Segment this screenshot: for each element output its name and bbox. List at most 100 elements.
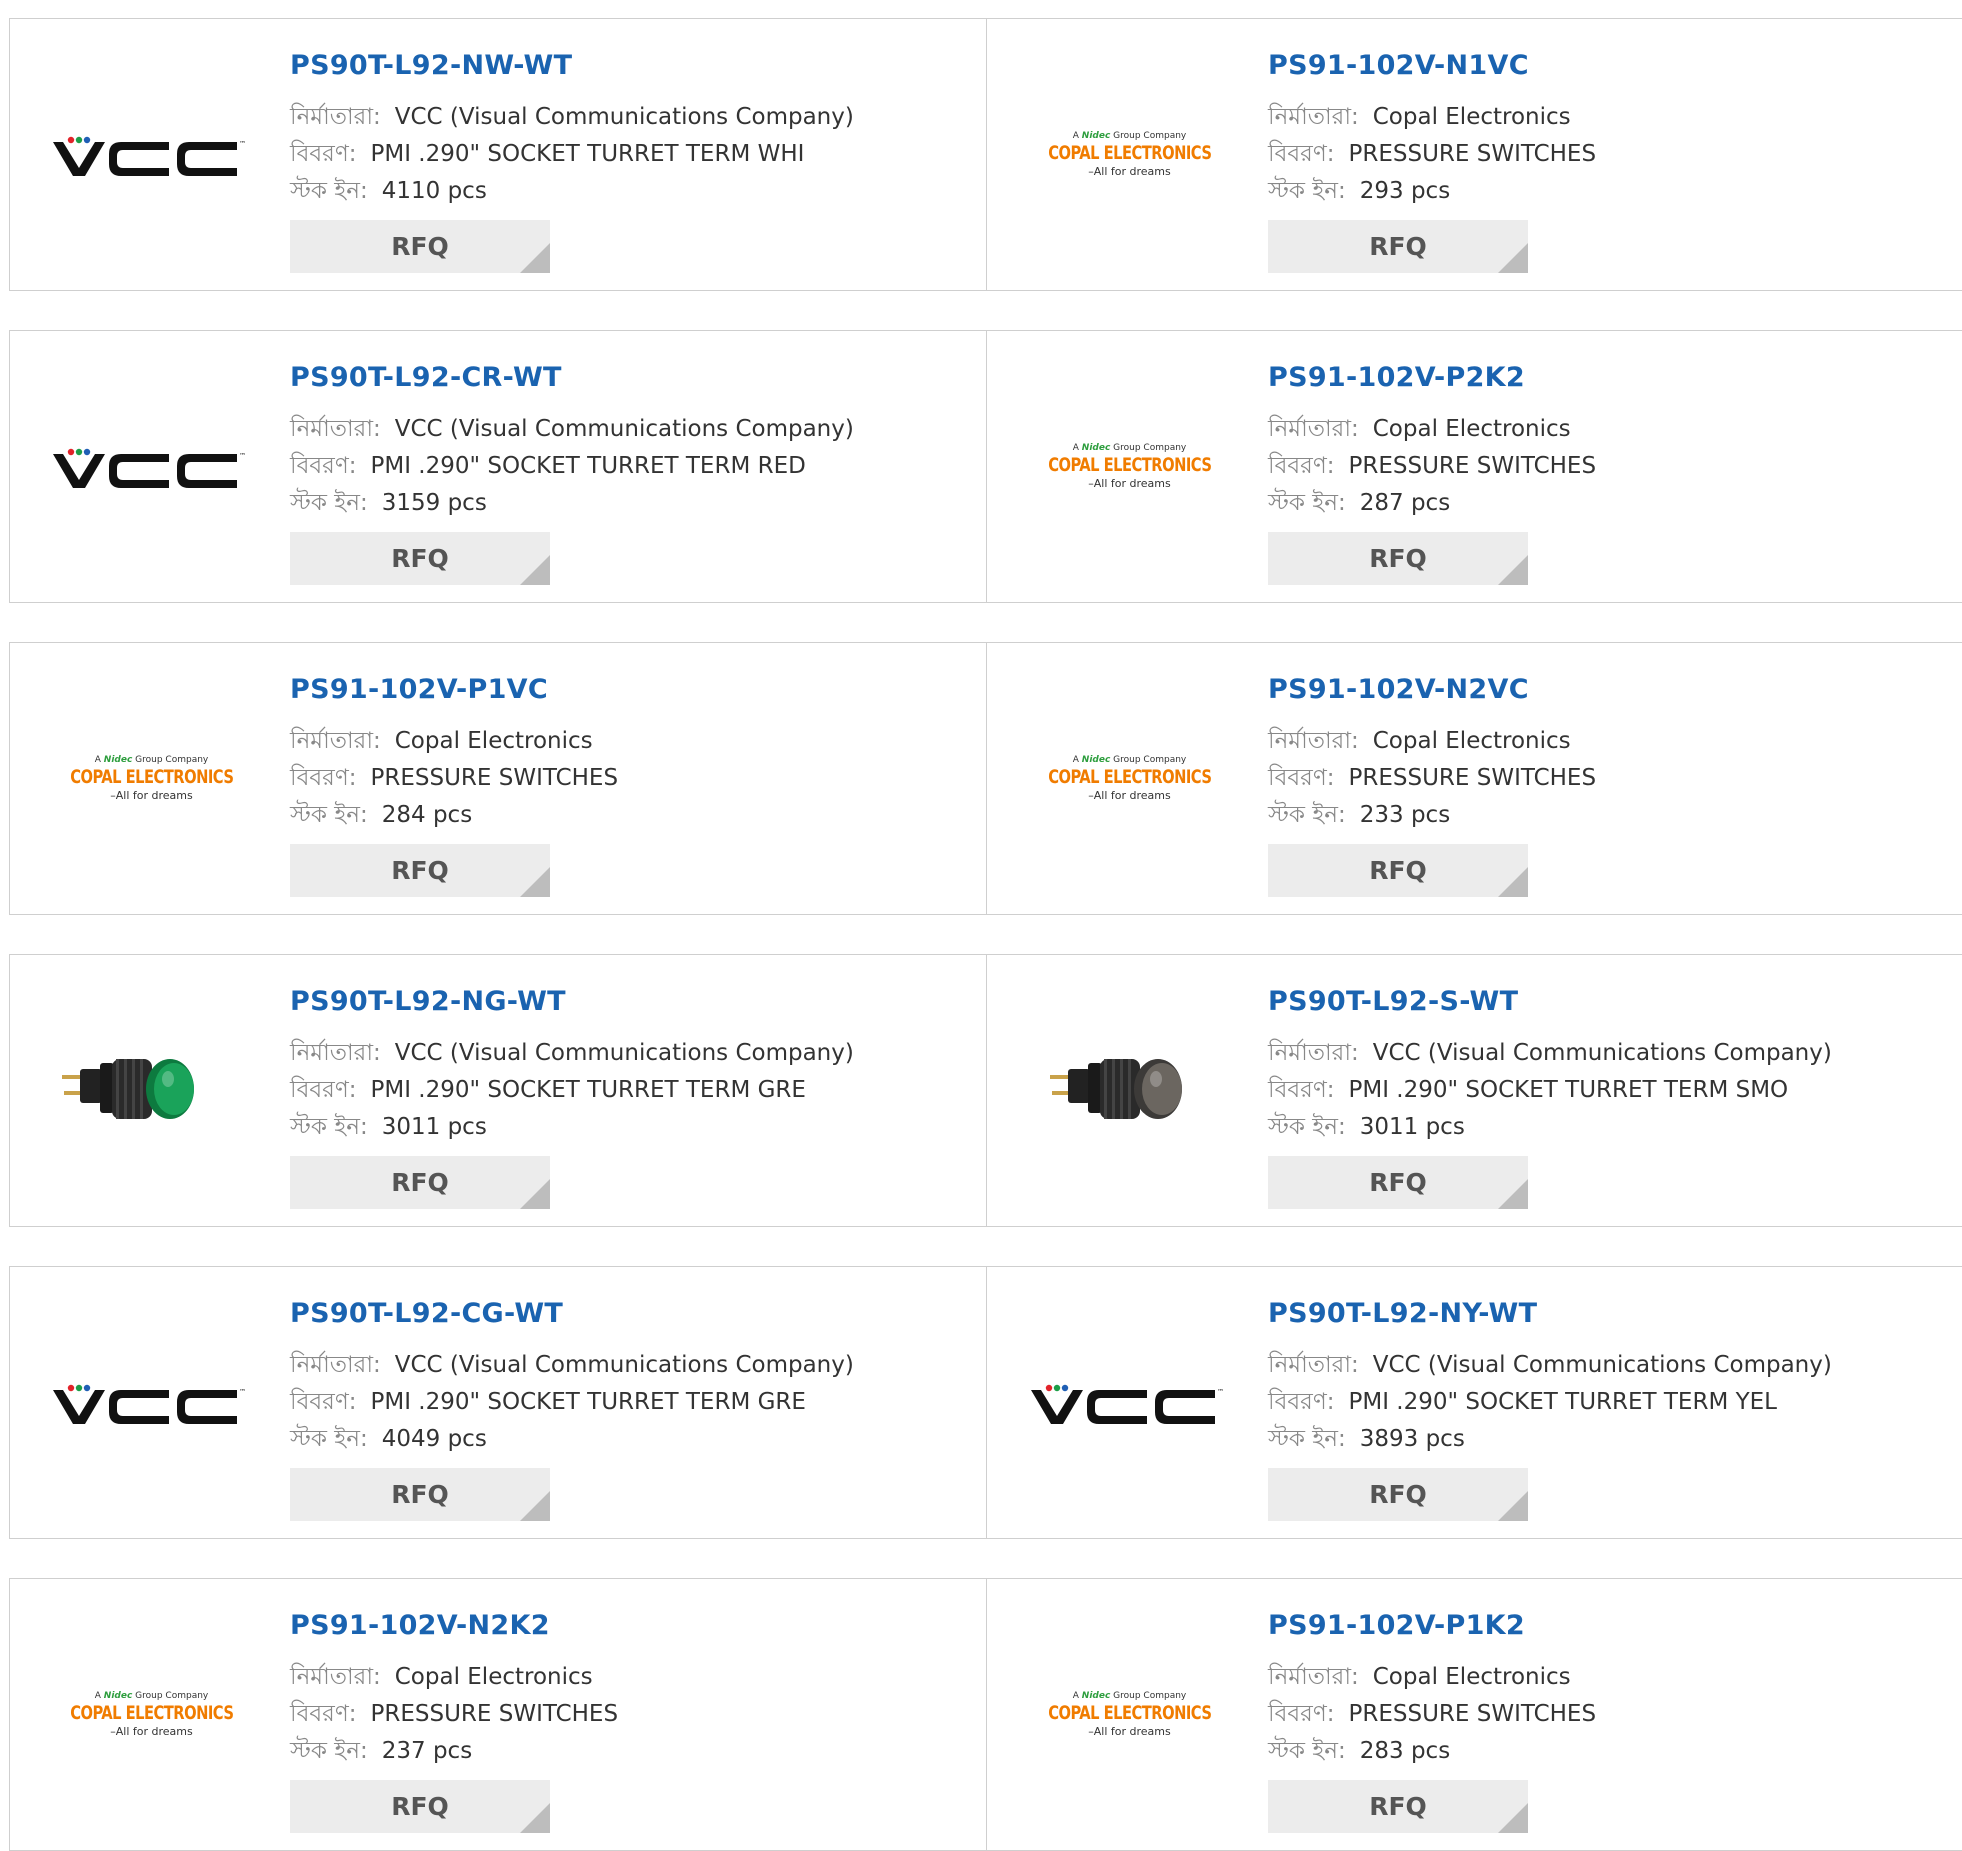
stock-label: স্টক ইন: (1268, 802, 1346, 828)
description-line: বিবরণ: PRESSURE SWITCHES (290, 760, 618, 797)
stock-label: স্টক ইন: (290, 1114, 368, 1140)
corner-triangle-icon (1498, 1491, 1528, 1521)
stock-line: স্টক ইন: 3893 pcs (1268, 1421, 1832, 1458)
manufacturer-line: নির্মাতারা: VCC (Visual Communications Co… (290, 1347, 854, 1384)
product-image[interactable]: A Nidec Group Company COPAL ELECTRONICS –A… (1027, 401, 1232, 531)
stock-label: স্টক ইন: (1268, 1738, 1346, 1764)
description-value: PRESSURE SWITCHES (1348, 453, 1597, 479)
manufacturer-line: নির্মাতারা: Copal Electronics (290, 1659, 618, 1696)
product-image[interactable]: ™ (49, 1337, 254, 1467)
part-number-link[interactable]: PS91-102V-P1VC (290, 673, 618, 707)
description-label: বিবরণ: (1268, 453, 1335, 479)
part-number-link[interactable]: PS90T-L92-NW-WT (290, 49, 854, 83)
manufacturer-label: নির্মাতারা: (1268, 728, 1359, 754)
corner-triangle-icon (1498, 1803, 1528, 1833)
corner-triangle-icon (520, 1491, 550, 1521)
product-image[interactable]: ™ (1027, 1337, 1232, 1467)
description-value: PMI .290" SOCKET TURRET TERM YEL (1348, 1389, 1778, 1415)
description-label: বিবরণ: (1268, 141, 1335, 167)
manufacturer-line: নির্মাতারা: VCC (Visual Communications Co… (290, 411, 854, 448)
part-number-link[interactable]: PS90T-L92-NY-WT (1268, 1297, 1832, 1331)
description-line: বিবরণ: PRESSURE SWITCHES (1268, 136, 1596, 173)
description-line: বিবরণ: PMI .290" SOCKET TURRET TERM RED (290, 448, 854, 485)
description-label: বিবরণ: (290, 141, 357, 167)
rfq-button[interactable]: RFQ (290, 1468, 550, 1521)
rfq-button[interactable]: RFQ (1268, 844, 1528, 897)
product-image[interactable]: A Nidec Group Company COPAL ELECTRONICS –A… (1027, 713, 1232, 843)
rfq-button[interactable]: RFQ (290, 532, 550, 585)
product-image[interactable]: A Nidec Group Company COPAL ELECTRONICS –A… (49, 713, 254, 843)
rfq-button[interactable]: RFQ (1268, 220, 1528, 273)
stock-label: স্টক ইন: (1268, 490, 1346, 516)
corner-triangle-icon (1498, 555, 1528, 585)
part-number-link[interactable]: PS90T-L92-S-WT (1268, 985, 1832, 1019)
manufacturer-line: নির্মাতারা: Copal Electronics (1268, 411, 1596, 448)
stock-line: স্টক ইন: 284 pcs (290, 797, 618, 834)
stock-line: স্টক ইন: 233 pcs (1268, 797, 1596, 834)
part-number-link[interactable]: PS91-102V-P2K2 (1268, 361, 1596, 395)
vcc-logo-icon: ™ (53, 136, 246, 176)
manufacturer-label: নির্মাতারা: (290, 1664, 381, 1690)
copal-logo-icon: A Nidec Group Company COPAL ELECTRONICS –A… (69, 1690, 234, 1738)
stock-label: স্টক ইন: (1268, 1426, 1346, 1452)
stock-label: স্টক ইন: (1268, 178, 1346, 204)
stock-line: স্টক ইন: 3011 pcs (1268, 1109, 1832, 1146)
rfq-button[interactable]: RFQ (290, 844, 550, 897)
product-info: PS91-102V-P2K2 নির্মাতারা: Copal Electron… (1268, 361, 1596, 522)
product-image[interactable]: A Nidec Group Company COPAL ELECTRONICS –A… (1027, 1649, 1232, 1779)
product-image[interactable] (1027, 1025, 1232, 1155)
part-number-link[interactable]: PS91-102V-P1K2 (1268, 1609, 1596, 1643)
product-image[interactable] (49, 1025, 254, 1155)
rfq-button[interactable]: RFQ (1268, 1156, 1528, 1209)
stock-line: স্টক ইন: 283 pcs (1268, 1733, 1596, 1770)
part-number-link[interactable]: PS91-102V-N2K2 (290, 1609, 618, 1643)
product-info: PS90T-L92-NW-WT নির্মাতারা: VCC (Visual C… (290, 49, 854, 210)
product-image[interactable]: A Nidec Group Company COPAL ELECTRONICS –A… (49, 1649, 254, 1779)
description-label: বিবরণ: (1268, 1389, 1335, 1415)
part-number-link[interactable]: PS90T-L92-NG-WT (290, 985, 854, 1019)
description-value: PMI .290" SOCKET TURRET TERM GRE (370, 1077, 806, 1103)
rfq-label: RFQ (391, 856, 449, 885)
corner-triangle-icon (520, 1179, 550, 1209)
product-info: PS91-102V-P1K2 নির্মাতারা: Copal Electron… (1268, 1609, 1596, 1770)
rfq-button[interactable]: RFQ (1268, 1780, 1528, 1833)
manufacturer-line: নির্মাতারা: VCC (Visual Communications Co… (1268, 1035, 1832, 1072)
copal-logo-icon: A Nidec Group Company COPAL ELECTRONICS –A… (1047, 754, 1212, 802)
stock-line: স্টক ইন: 3011 pcs (290, 1109, 854, 1146)
rfq-button[interactable]: RFQ (1268, 1468, 1528, 1521)
rfq-label: RFQ (1369, 232, 1427, 261)
part-number-link[interactable]: PS90T-L92-CG-WT (290, 1297, 854, 1331)
description-line: বিবরণ: PMI .290" SOCKET TURRET TERM SMO (1268, 1072, 1832, 1109)
product-image[interactable]: A Nidec Group Company COPAL ELECTRONICS –A… (1027, 89, 1232, 219)
corner-triangle-icon (520, 1803, 550, 1833)
corner-triangle-icon (520, 243, 550, 273)
stock-label: স্টক ইন: (290, 1738, 368, 1764)
rfq-button[interactable]: RFQ (290, 1156, 550, 1209)
product-row: PS90T-L92-NG-WT নির্মাতারা: VCC (Visual C… (9, 954, 1962, 1227)
green-socket-photo-icon (51, 1025, 252, 1155)
stock-value: 4110 pcs (381, 178, 487, 204)
rfq-button[interactable]: RFQ (290, 220, 550, 273)
description-value: PRESSURE SWITCHES (1348, 1701, 1597, 1727)
stock-value: 3011 pcs (1359, 1114, 1465, 1140)
product-image[interactable]: ™ (49, 401, 254, 531)
stock-line: স্টক ইন: 237 pcs (290, 1733, 618, 1770)
manufacturer-label: নির্মাতারা: (1268, 1664, 1359, 1690)
rfq-button[interactable]: RFQ (290, 1780, 550, 1833)
part-number-link[interactable]: PS91-102V-N2VC (1268, 673, 1596, 707)
product-image[interactable]: ™ (49, 89, 254, 219)
rfq-label: RFQ (1369, 1480, 1427, 1509)
manufacturer-line: নির্মাতারা: Copal Electronics (1268, 1659, 1596, 1696)
product-card: ™ PS90T-L92-NW-WT নির্মাতারা: VCC (Visual… (9, 19, 987, 290)
product-row: ™ PS90T-L92-NW-WT নির্মাতারা: VCC (Visual… (9, 18, 1962, 291)
corner-triangle-icon (520, 555, 550, 585)
part-number-link[interactable]: PS90T-L92-CR-WT (290, 361, 854, 395)
rfq-button[interactable]: RFQ (1268, 532, 1528, 585)
stock-value: 3011 pcs (381, 1114, 487, 1140)
manufacturer-value: VCC (Visual Communications Company) (1372, 1352, 1832, 1378)
stock-value: 233 pcs (1359, 802, 1451, 828)
manufacturer-line: নির্মাতারা: Copal Electronics (1268, 99, 1596, 136)
description-value: PRESSURE SWITCHES (1348, 765, 1597, 791)
part-number-link[interactable]: PS91-102V-N1VC (1268, 49, 1596, 83)
smoke-socket-photo-icon (1029, 1025, 1230, 1155)
